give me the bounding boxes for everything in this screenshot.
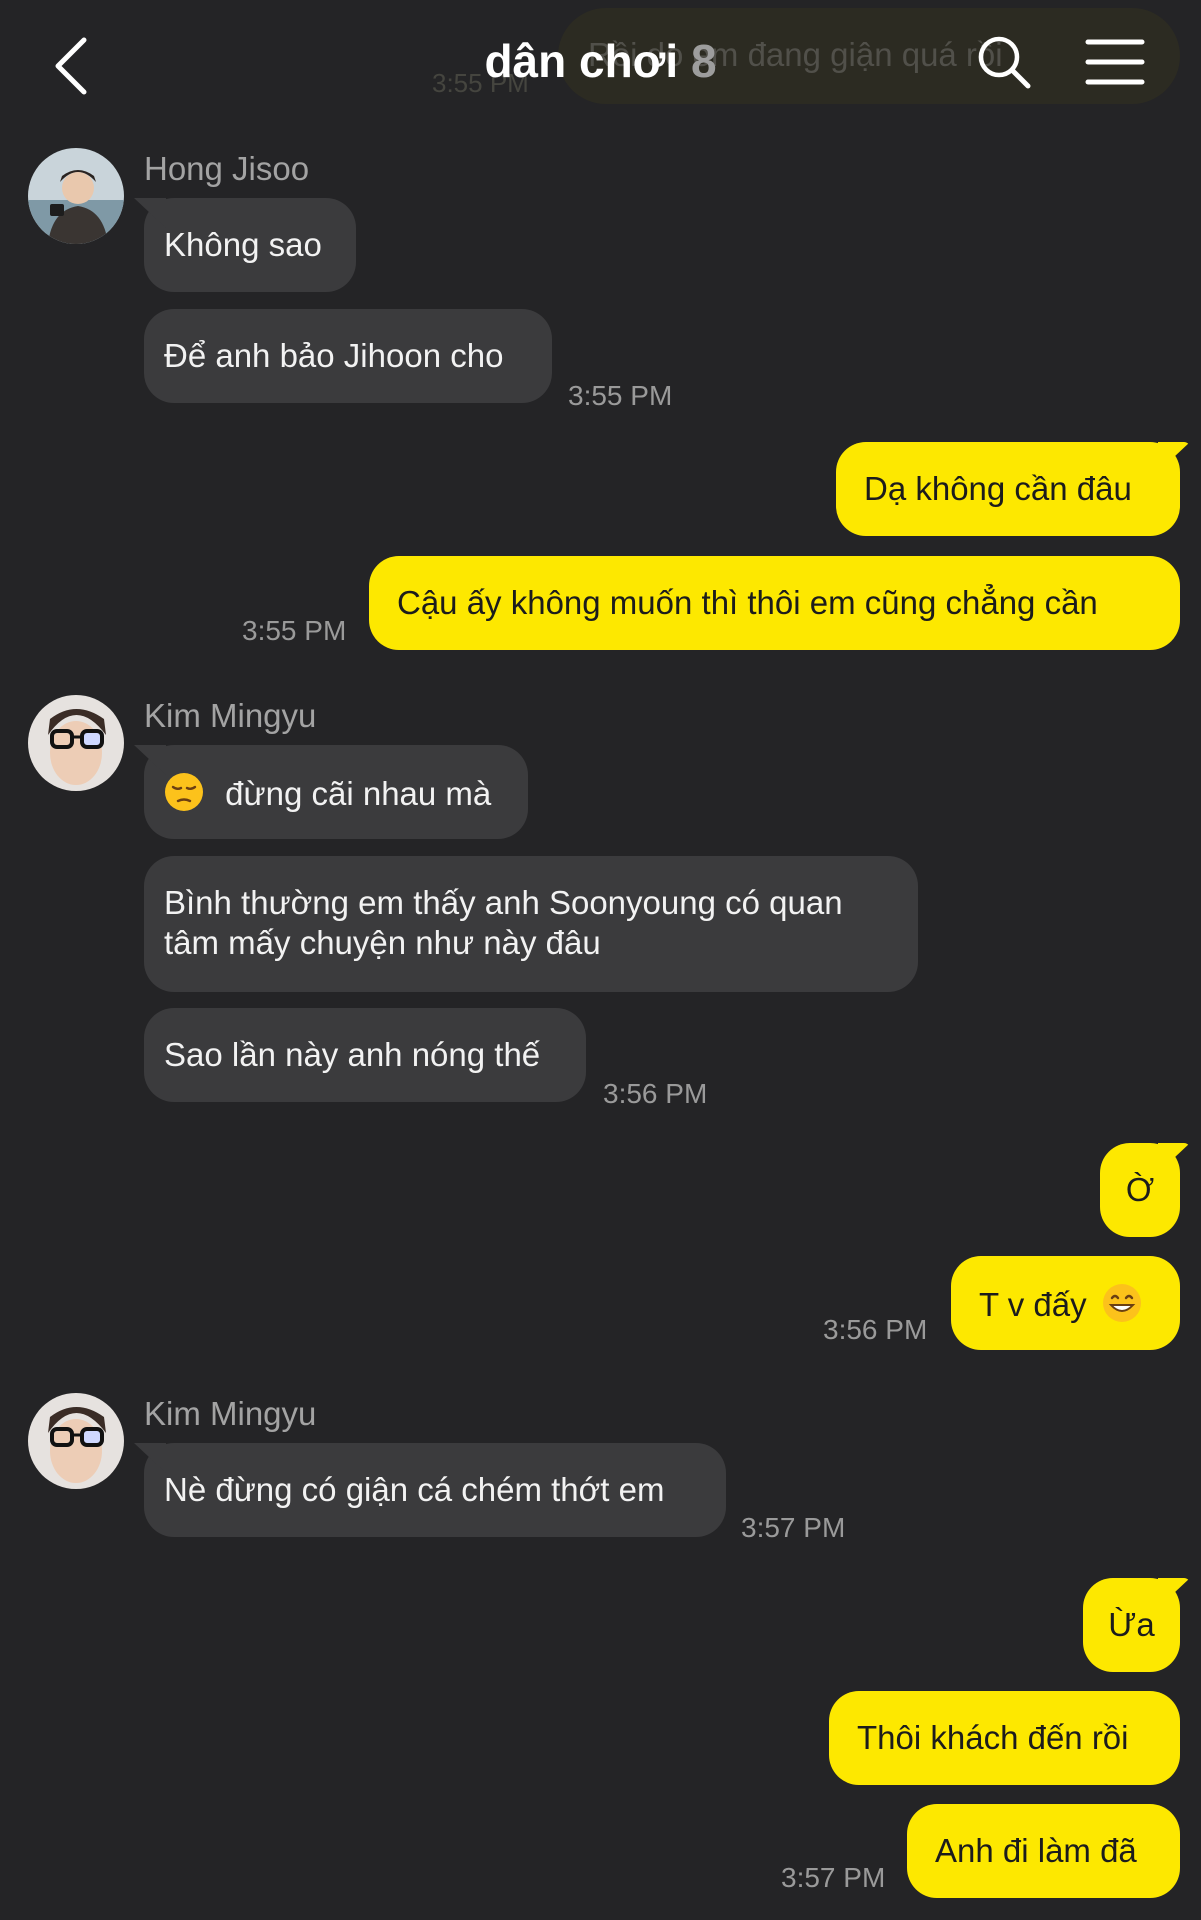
message-timestamp: 3:57 PM [741, 1512, 846, 1543]
message-text: T v đấy [979, 1286, 1087, 1324]
message-text: Không sao [164, 226, 322, 263]
sender-name: Hong Jisoo [144, 150, 310, 187]
message-text: Sao lần này anh nóng thế [164, 1036, 541, 1073]
member-count: 8 [690, 35, 717, 87]
message-timestamp: 3:55 PM [242, 615, 347, 646]
message-bubble[interactable]: Anh đi làm đã [907, 1804, 1180, 1898]
message-bubble[interactable]: Không sao [144, 198, 356, 292]
message-bubble[interactable]: đừng cãi nhau mà [144, 745, 528, 839]
avatar-photo [28, 1393, 124, 1489]
message-bubble[interactable]: Ờ [1100, 1143, 1180, 1237]
avatar-photo [28, 148, 124, 244]
message-bubble[interactable]: Nè đừng có giận cá chém thớt em [144, 1443, 726, 1537]
message-text-line: tâm mấy chuyện như này đâu [164, 924, 601, 961]
message-bubble[interactable]: T v đấy [951, 1256, 1180, 1350]
message-text: đừng cãi nhau mà [225, 775, 492, 813]
message-bubble[interactable]: Thôi khách đến rồi [829, 1691, 1180, 1785]
message-text: Dạ không cần đâu [864, 470, 1132, 507]
message-timestamp: 3:55 PM [568, 380, 673, 411]
chat-header: Rồi do em đang giận quá rồi 3:55 PM dân … [0, 0, 1201, 130]
avatar-photo [28, 695, 124, 791]
message-bubble[interactable]: Để anh bảo Jihoon cho [144, 309, 552, 403]
message-bubble[interactable]: Cậu ấy không muốn thì thôi em cũng chẳng… [369, 556, 1180, 650]
sender-name: Kim Mingyu [144, 697, 317, 734]
search-icon [978, 36, 1031, 89]
message-timestamp: 3:56 PM [603, 1078, 708, 1109]
avatar-kim-mingyu[interactable] [28, 695, 124, 791]
message-timestamp: 3:57 PM [781, 1862, 886, 1893]
menu-button[interactable] [1084, 36, 1146, 88]
message-text: Để anh bảo Jihoon cho [164, 337, 504, 374]
message-text: Thôi khách đến rồi [857, 1719, 1129, 1756]
sender-name: Kim Mingyu [144, 1395, 317, 1432]
avatar-kim-mingyu[interactable] [28, 1393, 124, 1489]
message-bubble[interactable]: Ừa [1083, 1578, 1180, 1672]
message-bubble[interactable]: Bình thường em thấy anh Soonyoung có qua… [144, 856, 918, 992]
message-text-line: Bình thường em thấy anh Soonyoung có qua… [164, 884, 843, 921]
message-text: Cậu ấy không muốn thì thôi em cũng chẳng… [397, 584, 1098, 621]
search-button[interactable] [974, 32, 1034, 92]
message-text: Anh đi làm đã [935, 1832, 1137, 1869]
grinning-face-emoji [1102, 1283, 1142, 1332]
avatar-hong-jisoo[interactable] [28, 148, 124, 244]
chat-name: dân chơi [484, 35, 679, 87]
message-text: Ờ [1125, 1171, 1155, 1208]
message-text: Ừa [1108, 1606, 1155, 1643]
hamburger-menu-icon [1085, 39, 1145, 85]
message-timestamp: 3:56 PM [823, 1314, 928, 1345]
pensive-face-emoji [164, 772, 204, 821]
message-bubble[interactable]: Sao lần này anh nóng thế [144, 1008, 586, 1102]
message-text: Nè đừng có giận cá chém thớt em [164, 1471, 665, 1508]
message-bubble[interactable]: Dạ không cần đâu [836, 442, 1180, 536]
